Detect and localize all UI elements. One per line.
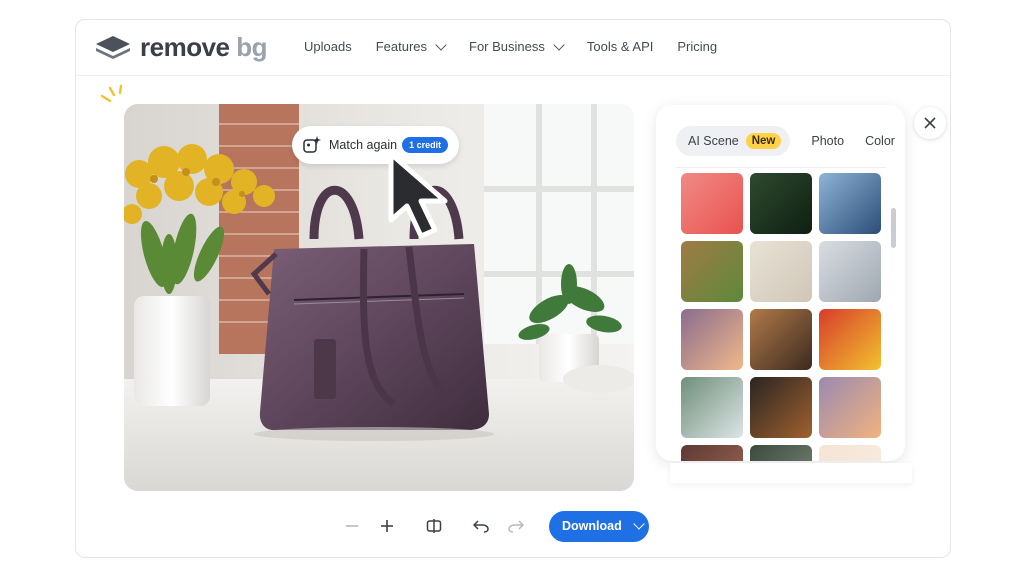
- thumbnail-color-stripes[interactable]: [819, 309, 881, 370]
- thumbnail-peach-gradient[interactable]: [681, 309, 743, 370]
- zoom-in-button[interactable]: [376, 515, 398, 537]
- chevron-down-icon: [553, 38, 565, 51]
- background-thumbnail-grid: [681, 173, 881, 461]
- editor-toolbar: Download: [341, 510, 649, 542]
- panel-footer-strip: [670, 463, 912, 483]
- logo[interactable]: remove bg: [94, 32, 267, 63]
- background-panel: AI Scene New Photo Color: [656, 105, 905, 461]
- thumbnail-leather-shoes[interactable]: [750, 377, 812, 438]
- minus-icon: [346, 525, 358, 527]
- tab-color[interactable]: Color: [865, 134, 895, 148]
- undo-button[interactable]: [470, 515, 492, 537]
- redo-icon: [508, 520, 524, 533]
- thumbnail-sunset-sky[interactable]: [819, 377, 881, 438]
- nav-uploads[interactable]: Uploads: [304, 39, 352, 54]
- thumbnail-green-bridge[interactable]: [750, 445, 812, 461]
- thumbnail-pink-bokeh[interactable]: [681, 173, 743, 234]
- nav-tools-api[interactable]: Tools & API: [587, 39, 653, 54]
- chevron-down-icon: [435, 38, 447, 51]
- tab-ai-scene[interactable]: AI Scene New: [676, 126, 791, 156]
- tab-photo[interactable]: Photo: [811, 134, 844, 148]
- nav-for-business[interactable]: For Business: [469, 38, 565, 54]
- logo-text: remove bg: [140, 32, 267, 62]
- panel-scrollbar[interactable]: [891, 208, 896, 248]
- thumbnail-dark-interior[interactable]: [681, 445, 743, 461]
- new-badge: New: [745, 133, 782, 149]
- redo-button[interactable]: [505, 515, 527, 537]
- thumbnail-green-dewdrops[interactable]: [750, 173, 812, 234]
- top-nav: remove bg Uploads Features For Business …: [76, 20, 950, 76]
- mouse-pointer-icon: [388, 151, 448, 239]
- sparkle-image-icon: [303, 136, 321, 153]
- compare-button[interactable]: [423, 515, 445, 537]
- thumbnail-tea-table[interactable]: [681, 377, 743, 438]
- compare-icon: [426, 519, 442, 533]
- chevron-down-icon: [633, 518, 645, 530]
- tab-divider: [676, 167, 886, 168]
- close-panel-button[interactable]: [914, 107, 946, 139]
- logo-icon: [96, 35, 130, 59]
- thumbnail-cream-fabric[interactable]: [750, 241, 812, 302]
- thumbnail-modern-kitchen[interactable]: [819, 241, 881, 302]
- zoom-out-button[interactable]: [341, 515, 363, 537]
- download-button[interactable]: Download: [549, 510, 649, 542]
- nav-pricing[interactable]: Pricing: [677, 39, 717, 54]
- nav-features[interactable]: Features: [376, 38, 447, 54]
- thumbnail-cafe-pastry[interactable]: [750, 309, 812, 370]
- thumbnail-pale-peach[interactable]: [819, 445, 881, 461]
- thumbnail-glacier-ice[interactable]: [819, 173, 881, 234]
- plus-icon: [381, 520, 393, 532]
- thumbnail-wooden-cabin[interactable]: [681, 241, 743, 302]
- close-icon: [924, 117, 936, 129]
- undo-icon: [473, 520, 489, 533]
